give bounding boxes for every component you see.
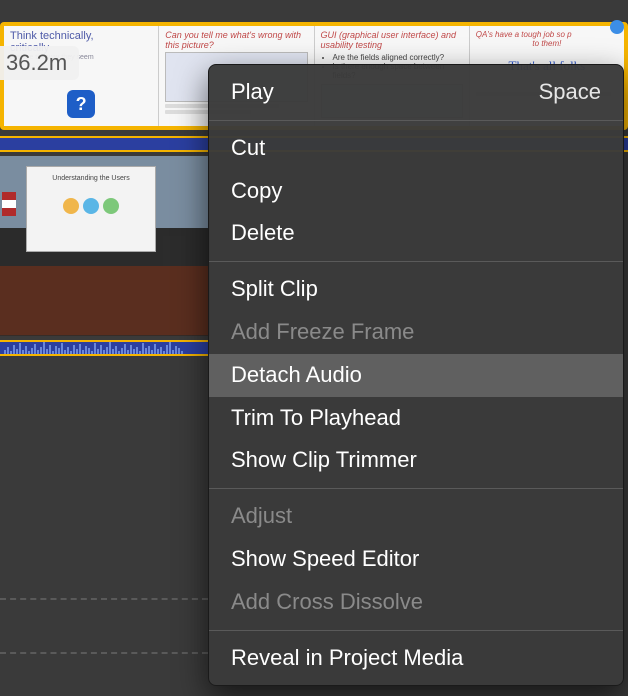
- menu-item-label: Detach Audio: [231, 360, 362, 391]
- menu-item-adjust: Adjust: [209, 495, 623, 538]
- menu-item-label: Play: [231, 77, 274, 108]
- thumb-title: Think technically,: [10, 30, 152, 42]
- empty-track[interactable]: [0, 598, 208, 600]
- menu-item-label: Trim To Playhead: [231, 403, 401, 434]
- menu-item-label: Show Speed Editor: [231, 544, 419, 575]
- menu-separator: [209, 630, 623, 631]
- menu-item-cut[interactable]: Cut: [209, 127, 623, 170]
- menu-separator: [209, 120, 623, 121]
- thumb-note: QA's have a tough job so p: [476, 30, 618, 39]
- menu-item-detach-audio[interactable]: Detach Audio: [209, 354, 623, 397]
- menu-item-play[interactable]: Play Space: [209, 71, 623, 114]
- menu-item-show-clip-trimmer[interactable]: Show Clip Trimmer: [209, 439, 623, 482]
- menu-item-split-clip[interactable]: Split Clip: [209, 268, 623, 311]
- desk: [0, 266, 210, 335]
- menu-item-label: Split Clip: [231, 274, 318, 305]
- menu-item-add-cross-dissolve: Add Cross Dissolve: [209, 581, 623, 624]
- slide-title: Understanding the Users: [27, 175, 155, 182]
- menu-item-trim-to-playhead[interactable]: Trim To Playhead: [209, 397, 623, 440]
- menu-item-shortcut: Space: [539, 77, 601, 108]
- empty-track[interactable]: [0, 652, 208, 654]
- projected-screen: Understanding the Users: [26, 166, 156, 252]
- question-mark-icon: ?: [67, 90, 95, 118]
- menu-item-label: Delete: [231, 218, 295, 249]
- menu-item-delete[interactable]: Delete: [209, 212, 623, 255]
- slide-icon: [103, 198, 119, 214]
- flag-icon: [2, 192, 16, 216]
- slide-icon: [63, 198, 79, 214]
- thumb-note: to them!: [476, 39, 618, 48]
- menu-item-label: Cut: [231, 133, 265, 164]
- audio-waveform-bar[interactable]: [0, 340, 208, 356]
- menu-item-show-speed-editor[interactable]: Show Speed Editor: [209, 538, 623, 581]
- menu-separator: [209, 261, 623, 262]
- slide-icon: [83, 198, 99, 214]
- menu-item-reveal-in-project-media[interactable]: Reveal in Project Media: [209, 637, 623, 680]
- menu-item-label: Add Cross Dissolve: [231, 587, 423, 618]
- menu-item-label: Add Freeze Frame: [231, 317, 414, 348]
- clip-duration-badge: 36.2m: [0, 46, 79, 80]
- video-clip-frame[interactable]: Understanding the Users: [0, 156, 210, 336]
- menu-item-label: Reveal in Project Media: [231, 643, 463, 674]
- menu-item-label: Adjust: [231, 501, 292, 532]
- thumb-red-heading: GUI (graphical user interface) and usabi…: [321, 30, 463, 50]
- menu-item-add-freeze-frame: Add Freeze Frame: [209, 311, 623, 354]
- menu-item-copy[interactable]: Copy: [209, 170, 623, 213]
- clip-marker-dot[interactable]: [610, 20, 624, 34]
- clip-context-menu: Play Space Cut Copy Delete Split Clip Add Free…: [208, 64, 624, 686]
- menu-separator: [209, 488, 623, 489]
- menu-item-label: Show Clip Trimmer: [231, 445, 417, 476]
- thumb-red-heading: Can you tell me what's wrong with this p…: [165, 30, 307, 50]
- menu-item-label: Copy: [231, 176, 282, 207]
